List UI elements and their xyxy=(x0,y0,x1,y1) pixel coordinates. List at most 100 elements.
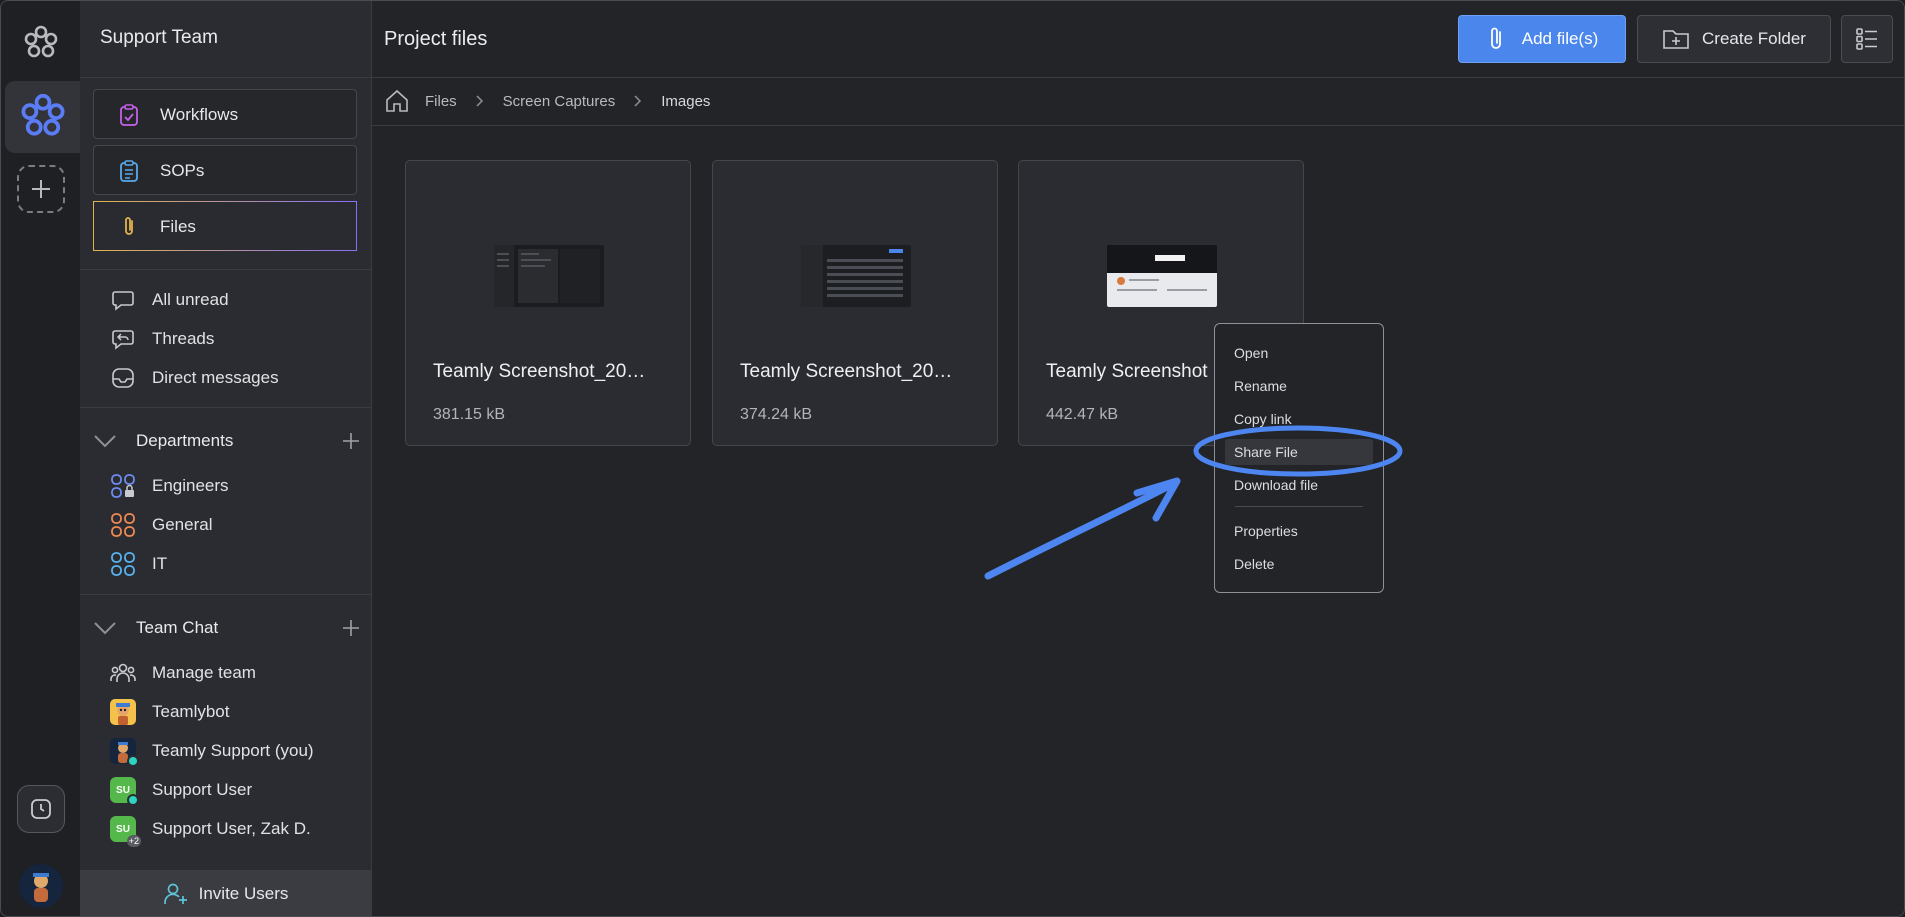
breadcrumb-files[interactable]: Files xyxy=(425,93,457,110)
menu-item-properties[interactable]: Properties xyxy=(1225,518,1373,544)
button-label: Add file(s) xyxy=(1521,29,1599,48)
home-icon[interactable] xyxy=(384,88,410,114)
file-thumbnail xyxy=(494,245,604,307)
team-chat-header[interactable]: Team Chat xyxy=(92,615,362,641)
add-department-icon[interactable] xyxy=(340,430,362,452)
add-workspace-button[interactable] xyxy=(17,165,65,213)
user-avatar: SU xyxy=(110,777,139,806)
menu-item-open[interactable]: Open xyxy=(1225,340,1373,366)
inbox-icon xyxy=(110,365,136,391)
breadcrumb-screen-captures[interactable]: Screen Captures xyxy=(503,93,616,110)
invite-label: Invite Users xyxy=(198,884,289,903)
sidebar-item-general[interactable]: General xyxy=(110,512,212,538)
clipboard-check-icon xyxy=(120,104,138,126)
group-grid-icon xyxy=(110,551,136,577)
team-name[interactable]: Support Team xyxy=(100,27,218,49)
sidebar-item-teamly-support[interactable]: Teamly Support (you) xyxy=(110,738,314,767)
sidebar-item-teamlybot[interactable]: Teamlybot xyxy=(110,699,229,725)
main-panel: Project files Add file(s) Create Folder … xyxy=(372,1,1904,916)
nav-label: SOPs xyxy=(160,161,205,180)
section-label: Team Chat xyxy=(136,618,219,637)
sidebar-item-label: Support User, Zak D. xyxy=(152,819,311,838)
list-view-button[interactable] xyxy=(1841,15,1893,63)
menu-item-delete[interactable]: Delete xyxy=(1225,551,1373,577)
clock-icon xyxy=(31,799,51,819)
sidebar-item-label: Direct messages xyxy=(152,368,279,387)
file-card[interactable]: Teamly Screenshot_20… 381.15 kB xyxy=(405,160,691,446)
sidebar-item-label: Support User xyxy=(152,780,253,799)
breadcrumb-images: Images xyxy=(661,92,711,110)
create-folder-button[interactable]: Create Folder xyxy=(1637,15,1831,63)
member-count-badge: +2 xyxy=(126,835,141,847)
people-icon xyxy=(110,660,136,686)
menu-item-copy-link[interactable]: Copy link xyxy=(1225,406,1373,432)
clipboard-list-icon xyxy=(120,160,138,182)
plus-icon xyxy=(32,180,50,198)
departments-header[interactable]: Departments xyxy=(92,428,362,454)
app-window: Support Team Workflows SOPs Files All un… xyxy=(0,0,1905,917)
list-view-icon xyxy=(1856,28,1877,50)
chevron-down-icon[interactable] xyxy=(92,428,118,454)
sidebar-item-direct-messages[interactable]: Direct messages xyxy=(110,365,279,391)
file-size: 374.24 kB xyxy=(740,406,813,423)
divider xyxy=(80,407,371,408)
chevron-down-icon[interactable] xyxy=(92,615,118,641)
group-grid-icon xyxy=(110,512,136,538)
sidebar-item-label: Teamly Support (you) xyxy=(152,741,314,760)
sidebar-item-all-unread[interactable]: All unread xyxy=(110,287,229,313)
sidebar-item-it[interactable]: IT xyxy=(110,551,167,577)
file-context-menu: Open Rename Copy link Share File Downloa… xyxy=(1214,323,1384,593)
folder-plus-icon xyxy=(1663,30,1689,49)
file-name: Teamly Screenshot_20… xyxy=(740,361,953,382)
file-name: Teamly Screenshot_20… xyxy=(433,361,646,382)
nav-sops[interactable]: SOPs xyxy=(93,145,357,195)
chevron-right-icon xyxy=(615,95,661,107)
add-user-icon xyxy=(163,883,187,904)
reply-bubble-icon xyxy=(110,326,136,352)
history-button[interactable] xyxy=(17,785,65,833)
user-avatar[interactable] xyxy=(19,864,63,908)
nav-workflows[interactable]: Workflows xyxy=(93,89,357,139)
file-thumbnail xyxy=(1107,245,1217,307)
app-logo-icon[interactable] xyxy=(21,23,61,63)
nav-files[interactable]: Files xyxy=(93,201,357,251)
add-chat-icon[interactable] xyxy=(340,617,362,639)
menu-item-share-file[interactable]: Share File xyxy=(1225,439,1373,465)
add-files-button[interactable]: Add file(s) xyxy=(1458,15,1626,63)
sidebar-item-label: All unread xyxy=(152,290,229,309)
menu-item-rename[interactable]: Rename xyxy=(1225,373,1373,399)
divider xyxy=(80,594,371,595)
file-card[interactable]: Teamly Screenshot_20… 374.24 kB xyxy=(712,160,998,446)
menu-divider xyxy=(1235,506,1363,507)
file-size: 442.47 kB xyxy=(1046,406,1119,423)
paperclip-icon xyxy=(125,217,133,235)
breadcrumb: Files Screen Captures Images xyxy=(372,77,1904,126)
sidebar-item-label: Manage team xyxy=(152,663,256,682)
nav-label: Workflows xyxy=(160,105,239,124)
group-avatar: SU +2 xyxy=(110,816,141,847)
sidebar-item-label: Threads xyxy=(152,329,215,348)
sidebar-item-group-chat[interactable]: SU +2 Support User, Zak D. xyxy=(110,816,311,847)
divider xyxy=(80,77,371,78)
sidebar-item-label: General xyxy=(152,515,213,534)
workspace-support-team[interactable] xyxy=(5,81,80,153)
workspace-logo-icon xyxy=(21,93,65,136)
sidebar-item-label: Teamlybot xyxy=(152,702,230,721)
menu-item-download-file[interactable]: Download file xyxy=(1225,472,1373,498)
invite-users-button[interactable]: Invite Users xyxy=(80,870,371,916)
nav-label: Files xyxy=(160,217,196,236)
sidebar-item-threads[interactable]: Threads xyxy=(110,326,214,352)
sidebar-item-label: Engineers xyxy=(152,476,229,495)
sidebar-item-engineers[interactable]: Engineers xyxy=(110,473,229,499)
mascot-avatar xyxy=(110,738,139,767)
sidebar-item-manage-team[interactable]: Manage team xyxy=(110,660,256,686)
group-grid-icon xyxy=(110,473,136,499)
chevron-right-icon xyxy=(457,95,503,107)
online-status-dot xyxy=(127,755,139,767)
sidebar-item-support-user[interactable]: SU Support User xyxy=(110,777,253,806)
page-title: Project files xyxy=(384,28,488,50)
bot-avatar xyxy=(110,699,136,725)
online-status-dot xyxy=(127,794,139,806)
mascot-avatar-icon xyxy=(19,864,63,908)
section-label: Departments xyxy=(136,431,234,450)
